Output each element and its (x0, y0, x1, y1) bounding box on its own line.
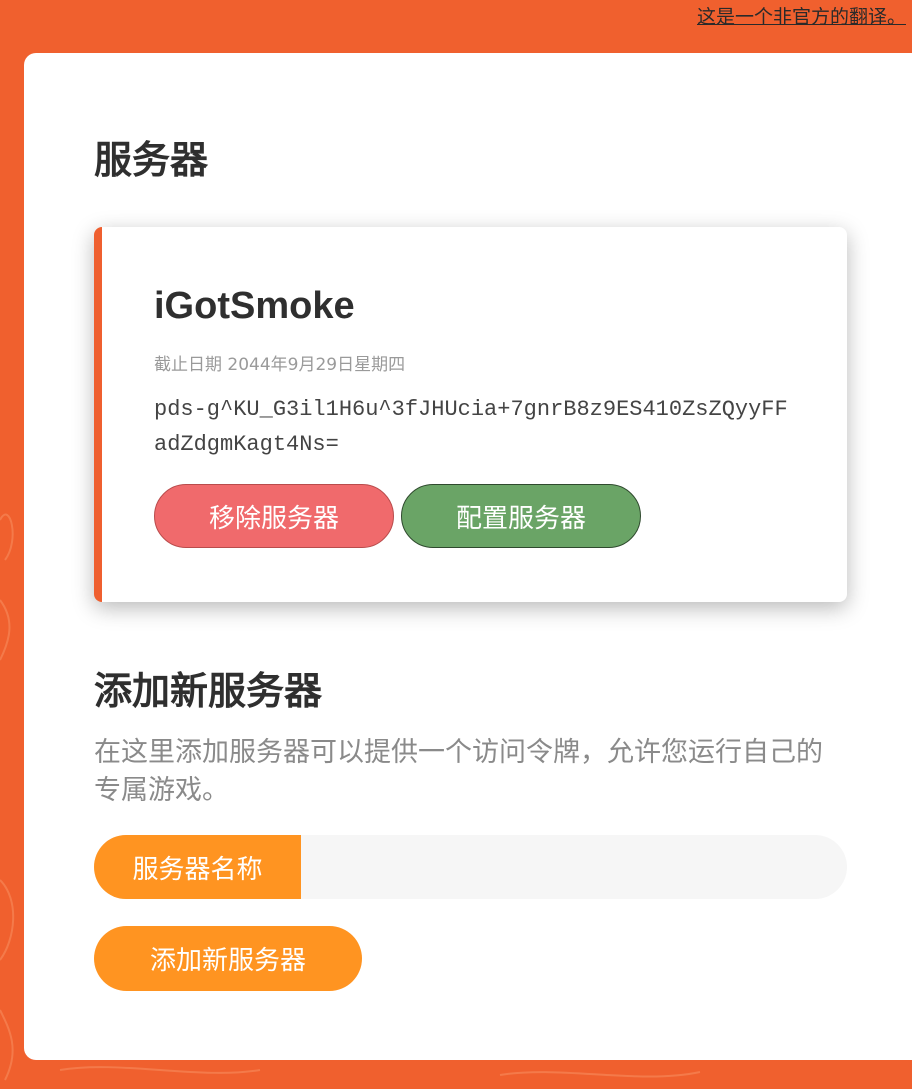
configure-server-button[interactable]: 配置服务器 (401, 484, 641, 548)
server-name-label: 服务器名称 (94, 835, 301, 899)
remove-server-button[interactable]: 移除服务器 (154, 484, 394, 548)
server-access-token: pds-g^KU_G3il1H6u^3fJHUcia+7gnrB8z9ES410… (154, 397, 788, 457)
server-card: iGotSmoke 截止日期 2044年9月29日星期四 pds-g^KU_G3… (94, 227, 847, 602)
add-server-description: 在这里添加服务器可以提供一个访问令牌，允许您运行自己的专属游戏。 (94, 737, 823, 806)
add-server-button[interactable]: 添加新服务器 (94, 926, 362, 991)
add-server-heading: 添加新服务器 (94, 669, 323, 713)
server-expiry-date: 截止日期 2044年9月29日星期四 (154, 355, 406, 375)
server-name: iGotSmoke (154, 285, 355, 327)
server-name-input[interactable] (301, 835, 847, 899)
servers-heading: 服务器 (94, 138, 209, 182)
server-name-field: 服务器名称 (94, 835, 847, 899)
unofficial-translation-link[interactable]: 这是一个非官方的翻译。 (697, 2, 906, 29)
servers-panel: 服务器 iGotSmoke 截止日期 2044年9月29日星期四 pds-g^K… (24, 53, 912, 1060)
